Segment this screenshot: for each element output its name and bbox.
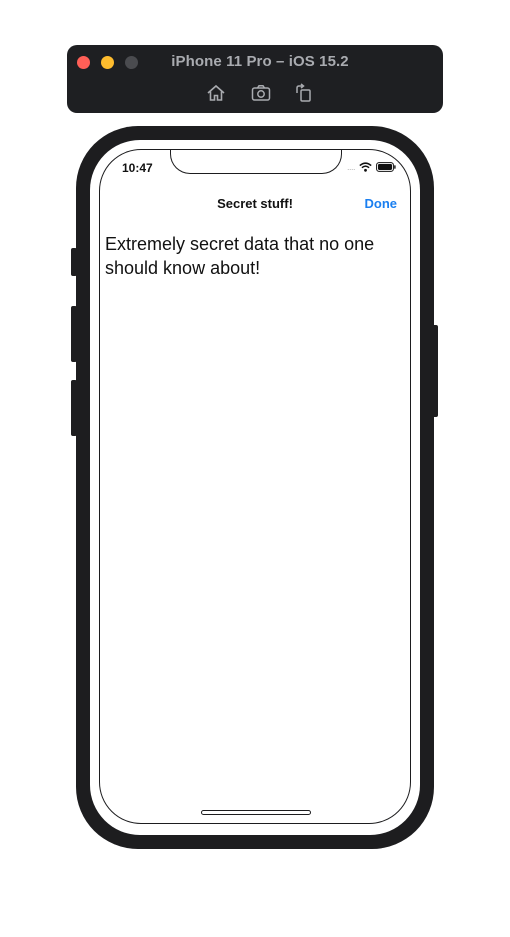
rotate-icon	[293, 82, 315, 104]
status-icons: ....	[347, 161, 396, 173]
home-button[interactable]	[205, 82, 227, 104]
simulator-title: iPhone 11 Pro – iOS 15.2	[171, 53, 349, 70]
wifi-icon	[359, 162, 372, 172]
secret-text-view[interactable]: Extremely secret data that no one should…	[105, 232, 407, 280]
notch	[170, 150, 342, 174]
nav-title: Secret stuff!	[217, 196, 293, 211]
simulator-toolbar	[205, 82, 315, 104]
device-screen: 10:47 .... Secret stuff! Done Extremely …	[99, 149, 411, 824]
status-time: 10:47	[122, 161, 153, 175]
rotate-button[interactable]	[293, 82, 315, 104]
home-indicator[interactable]	[201, 810, 311, 815]
cellular-signal-icon: ....	[346, 162, 356, 172]
done-button[interactable]: Done	[365, 196, 398, 211]
screenshot-button[interactable]	[250, 82, 272, 104]
camera-icon	[250, 82, 272, 104]
simulator-titlebar: iPhone 11 Pro – iOS 15.2	[67, 45, 443, 113]
battery-icon	[376, 162, 396, 172]
home-icon	[205, 82, 227, 104]
